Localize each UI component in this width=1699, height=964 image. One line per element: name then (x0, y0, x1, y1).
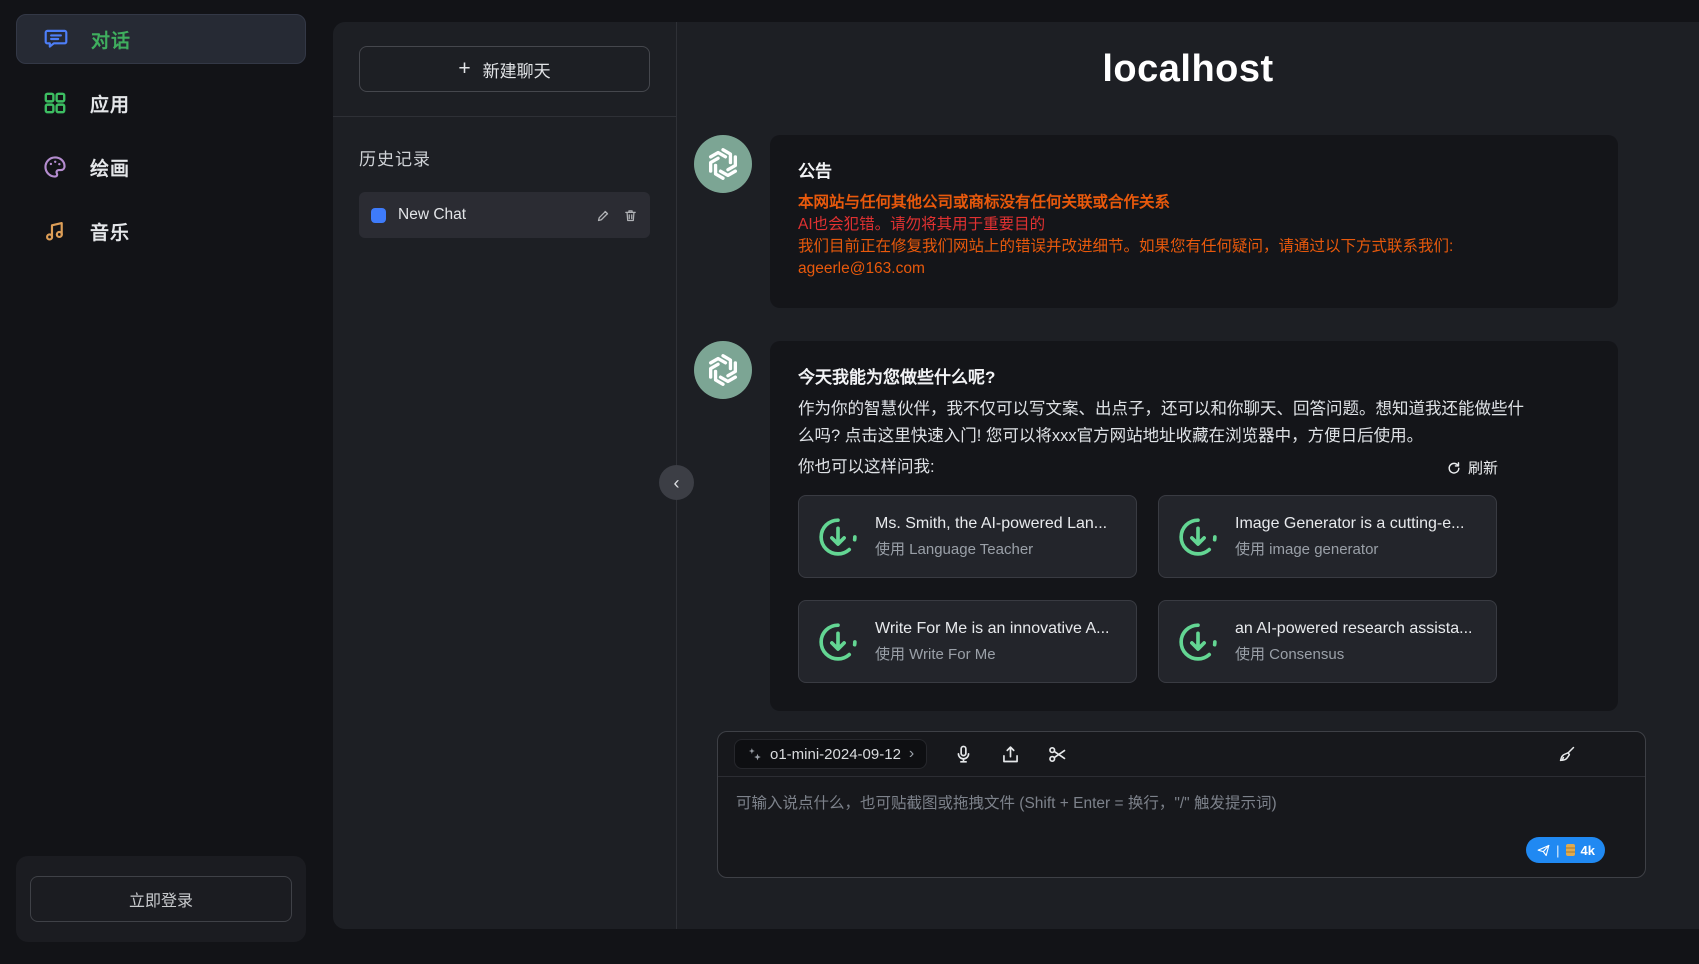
history-item[interactable]: New Chat (359, 192, 650, 238)
login-button[interactable]: 立即登录 (30, 876, 292, 922)
sidebar-item-chat[interactable]: 对话 (16, 14, 306, 64)
edit-icon[interactable] (596, 208, 611, 223)
login-card: 立即登录 (16, 856, 306, 942)
scissors-button[interactable] (1047, 744, 1068, 765)
history-item-title: New Chat (398, 206, 584, 224)
assistant-message: 今天我能为您做些什么呢? 作为你的智慧伙伴，我不仅可以写文案、出点子，还可以和你… (694, 341, 1618, 711)
upload-icon (1000, 744, 1021, 765)
sidebar-item-draw[interactable]: 绘画 (16, 142, 306, 192)
page-title: localhost (677, 48, 1699, 91)
announcement-bubble: 公告 本网站与任何其他公司或商标没有任何关联或合作关系 AI也会犯错。请勿将其用… (770, 135, 1618, 308)
sidebar-item-label: 应用 (90, 90, 130, 117)
scissors-icon (1047, 744, 1068, 765)
sidebar: 对话 应用 绘画 音乐 立 (0, 0, 322, 964)
suggestion-subtitle: 使用 image generator (1235, 538, 1464, 559)
suggestion-card[interactable]: an AI-powered research assista... 使用 Con… (1158, 600, 1497, 683)
new-chat-label: 新建聊天 (483, 57, 551, 82)
welcome-heading: 今天我能为您做些什么呢? (798, 363, 1590, 388)
clear-context-button[interactable] (1556, 744, 1577, 765)
sidebar-item-label: 音乐 (90, 218, 130, 245)
suggestion-title: Image Generator is a cutting-e... (1235, 515, 1464, 533)
main-panel: localhost 公告 本网站与任何其他公司或商标没有任何关联 (677, 22, 1699, 929)
openai-logo-icon (694, 341, 752, 399)
palette-icon (42, 154, 68, 180)
music-icon (42, 218, 68, 244)
suggestion-card[interactable]: Image Generator is a cutting-e... 使用 ima… (1158, 495, 1497, 578)
mic-button[interactable] (953, 744, 974, 765)
chevron-left-icon: ‹ (674, 474, 680, 492)
welcome-bubble: 今天我能为您做些什么呢? 作为你的智慧伙伴，我不仅可以写文案、出点子，还可以和你… (770, 341, 1618, 711)
trash-icon[interactable] (623, 208, 638, 223)
circle-download-icon (815, 619, 861, 665)
content-card: + 新建聊天 历史记录 New Chat ‹ localhost (333, 22, 1699, 929)
refresh-button[interactable]: 刷新 (1446, 457, 1498, 478)
chat-session-icon (371, 208, 386, 223)
sidebar-item-label: 绘画 (90, 154, 130, 181)
message-list: 公告 本网站与任何其他公司或商标没有任何关联或合作关系 AI也会犯错。请勿将其用… (677, 91, 1699, 711)
collapse-sidebar-button[interactable]: ‹ (659, 465, 694, 500)
apps-icon (42, 90, 68, 116)
mic-icon (953, 744, 974, 765)
suggestion-subtitle: 使用 Language Teacher (875, 538, 1107, 559)
circle-download-icon (815, 514, 861, 560)
circle-download-icon (1175, 619, 1221, 665)
token-count-badge: 4k (1581, 843, 1595, 858)
model-name: o1-mini-2024-09-12 (770, 746, 901, 763)
suggestion-title: Write For Me is an innovative A... (875, 620, 1109, 638)
composer-toolbar: o1-mini-2024-09-12 › (718, 732, 1645, 776)
send-plane-icon (1536, 843, 1551, 858)
new-chat-button[interactable]: + 新建聊天 (359, 46, 650, 92)
divider: | (1556, 844, 1559, 857)
model-chevron-icon: › (909, 745, 914, 763)
sidebar-item-apps[interactable]: 应用 (16, 78, 306, 128)
history-panel: + 新建聊天 历史记录 New Chat ‹ (333, 22, 677, 929)
suggestion-subtitle: 使用 Consensus (1235, 643, 1472, 664)
assistant-message: 公告 本网站与任何其他公司或商标没有任何关联或合作关系 AI也会犯错。请勿将其用… (694, 135, 1618, 308)
plus-icon: + (458, 57, 470, 81)
composer: o1-mini-2024-09-12 › (717, 731, 1646, 878)
circle-download-icon (1175, 514, 1221, 560)
prompt-hint: 你也可以这样问我: (798, 454, 935, 481)
model-selector[interactable]: o1-mini-2024-09-12 › (734, 739, 927, 769)
send-button[interactable]: | 4k (1526, 837, 1605, 863)
announcement-heading: 公告 (798, 157, 1590, 182)
suggestion-grid: Ms. Smith, the AI-powered Lan... 使用 Lang… (798, 495, 1590, 683)
announcement-line: 我们目前正在修复我们网站上的错误并改进细节。如果您有任何疑问，请通过以下方式联系… (798, 236, 1590, 258)
sidebar-item-label: 对话 (91, 26, 131, 53)
message-input[interactable] (718, 777, 1645, 877)
suggestion-title: Ms. Smith, the AI-powered Lan... (875, 515, 1107, 533)
refresh-label: 刷新 (1468, 457, 1498, 478)
coins-icon (1565, 843, 1576, 857)
divider (333, 116, 676, 117)
history-heading: 历史记录 (359, 145, 650, 170)
broom-icon (1556, 744, 1577, 765)
refresh-icon (1446, 460, 1462, 476)
chat-icon (43, 26, 69, 52)
contact-email: ageerle@163.com (798, 258, 1590, 280)
openai-logo-icon (694, 135, 752, 193)
suggestion-subtitle: 使用 Write For Me (875, 643, 1109, 664)
announcement-line: 本网站与任何其他公司或商标没有任何关联或合作关系 (798, 192, 1590, 214)
upload-button[interactable] (1000, 744, 1021, 765)
suggestion-card[interactable]: Write For Me is an innovative A... 使用 Wr… (798, 600, 1137, 683)
suggestion-title: an AI-powered research assista... (1235, 620, 1472, 638)
suggestion-card[interactable]: Ms. Smith, the AI-powered Lan... 使用 Lang… (798, 495, 1137, 578)
sidebar-item-music[interactable]: 音乐 (16, 206, 306, 256)
announcement-line: AI也会犯错。请勿将其用于重要目的 (798, 214, 1590, 236)
sparkle-icon (747, 747, 762, 762)
welcome-body: 作为你的智慧伙伴，我不仅可以写文案、出点子，还可以和你聊天、回答问题。想知道我还… (798, 396, 1538, 450)
